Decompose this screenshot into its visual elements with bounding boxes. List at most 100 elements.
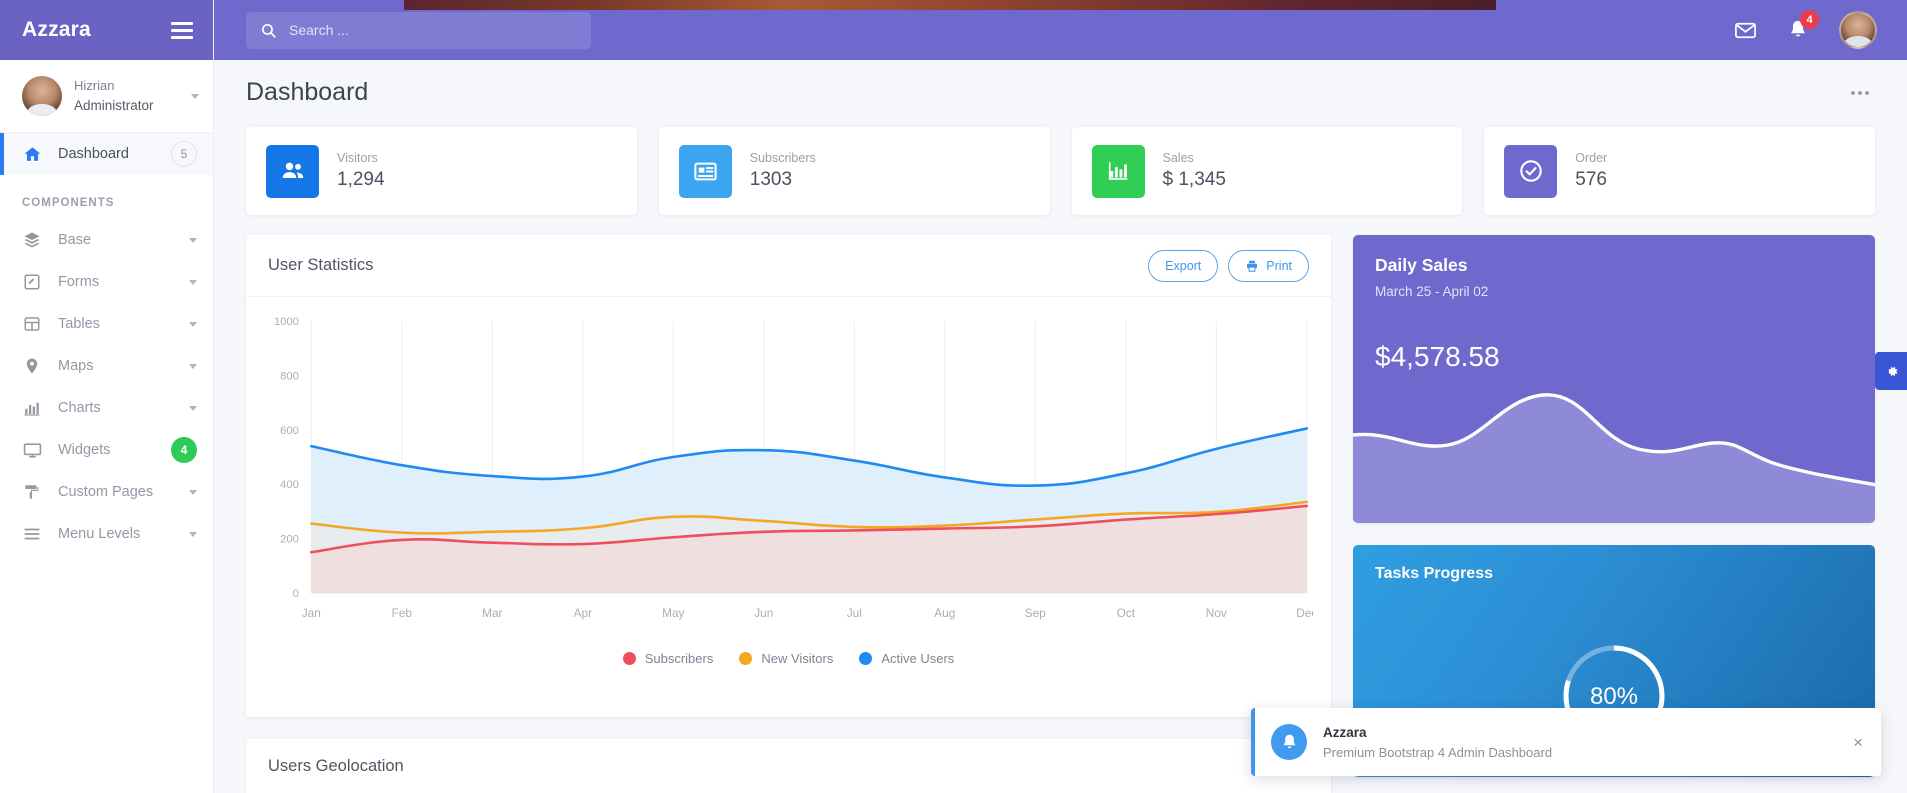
list-lines-icon (22, 525, 42, 543)
sidebar-item-forms[interactable]: Forms (0, 261, 213, 303)
sidebar-item-charts[interactable]: Charts (0, 387, 213, 429)
sidebar-item-widgets[interactable]: Widgets 4 (0, 429, 213, 471)
sidebar-item-label: Maps (58, 358, 94, 374)
svg-text:400: 400 (280, 479, 299, 491)
sidebar-item-maps[interactable]: Maps (0, 345, 213, 387)
svg-text:Nov: Nov (1206, 607, 1227, 620)
chevron-down-icon (189, 279, 197, 285)
svg-text:200: 200 (280, 534, 299, 546)
bell-icon (1271, 724, 1307, 760)
legend-item-new-visitors[interactable]: New Visitors (739, 651, 833, 666)
chevron-down-icon[interactable] (191, 93, 199, 99)
sidebar-item-label: Forms (58, 274, 100, 290)
profile-name: Hizrian (74, 77, 115, 93)
print-button-label: Print (1266, 258, 1292, 273)
paint-roller-icon (22, 483, 42, 501)
daily-sales-sparkline (1353, 393, 1875, 523)
sidebar-item-label: Custom Pages (58, 484, 154, 500)
chart-legend: Subscribers New Visitors Active Users (264, 651, 1313, 666)
sidebar-badge: 4 (171, 437, 197, 463)
stat-text: Sales $ 1,345 (1163, 151, 1226, 191)
stat-card-sales[interactable]: Sales $ 1,345 (1071, 127, 1463, 215)
search-input[interactable]: Search ... (246, 11, 591, 49)
main-content: Dashboard Visitors 1,294 Subscribers 130… (214, 60, 1907, 793)
toast-notification: Azzara Premium Bootstrap 4 Admin Dashboa… (1251, 708, 1881, 776)
stat-label: Sales (1162, 151, 1194, 165)
stat-label: Subscribers (749, 151, 816, 165)
search-icon (261, 23, 276, 38)
card-actions: Export Print (1148, 249, 1309, 282)
sidebar-item-label: Menu Levels (58, 526, 141, 542)
export-button-label: Export (1165, 258, 1202, 273)
stat-value: 1,294 (337, 169, 385, 190)
search-placeholder: Search ... (289, 22, 349, 38)
legend-color-dot (622, 652, 636, 665)
gear-icon (1888, 366, 1897, 376)
sidebar-section-title: COMPONENTS (22, 197, 115, 209)
newspaper-icon (678, 144, 732, 198)
sidebar-item-dashboard[interactable]: Dashboard 5 (0, 133, 213, 175)
stat-card-subscribers[interactable]: Subscribers 1303 (658, 127, 1050, 215)
svg-text:0: 0 (293, 588, 299, 600)
stat-value: 1303 (749, 169, 793, 190)
sidebar-item-menu-levels[interactable]: Menu Levels (0, 513, 213, 555)
user-statistics-card: User Statistics Export Print 0 200 400 6… (246, 235, 1331, 717)
svg-text:Jan: Jan (302, 607, 321, 620)
sidebar-profile[interactable]: Hizrian Administrator (0, 60, 213, 133)
print-button[interactable]: Print (1228, 249, 1309, 282)
page-title: Dashboard (246, 78, 369, 106)
card-title: User Statistics (268, 256, 374, 274)
svg-text:Jun: Jun (754, 607, 773, 620)
settings-tab-button[interactable] (1875, 352, 1907, 390)
svg-text:800: 800 (280, 371, 299, 383)
stat-card-visitors[interactable]: Visitors 1,294 (246, 127, 637, 215)
legend-label: Active Users (881, 651, 955, 666)
printer-icon (1247, 260, 1258, 272)
chevron-down-icon (189, 237, 197, 243)
hamburger-menu-icon[interactable] (171, 18, 193, 43)
profile-names: Hizrian Administrator (74, 77, 179, 115)
chevron-down-icon (189, 363, 197, 369)
svg-text:Mar: Mar (482, 607, 502, 620)
area-chart-svg: 0 200 400 600 800 1000 Jan Feb Mar Apr May Jun Jul Au… (274, 316, 1318, 620)
notification-badge: 4 (1800, 10, 1819, 29)
sidebar-item-custom-pages[interactable]: Custom Pages (0, 471, 213, 513)
avatar[interactable] (1839, 11, 1877, 49)
card-title: Tasks Progress (1375, 565, 1493, 582)
progress-percent-label: 80% (1589, 683, 1639, 710)
toast-message: Premium Bootstrap 4 Admin Dashboard (1323, 744, 1553, 760)
legend-color-dot (859, 652, 873, 665)
envelope-icon[interactable] (1734, 19, 1757, 42)
ellipsis-icon[interactable] (1845, 85, 1875, 101)
stat-text: Subscribers 1303 (750, 151, 816, 191)
svg-text:May: May (662, 607, 685, 620)
card-title: Daily Sales (1375, 255, 1468, 275)
chart-plot-area: 0 200 400 600 800 1000 Jan Feb Mar Apr May Jun Jul Au… (264, 313, 1318, 631)
stat-label: Visitors (337, 151, 378, 165)
bell-icon[interactable]: 4 (1787, 10, 1819, 41)
monitor-icon (22, 441, 42, 460)
stat-label: Order (1575, 151, 1608, 165)
legend-item-active-users[interactable]: Active Users (859, 651, 954, 666)
layers-icon (22, 231, 42, 249)
svg-text:Aug: Aug (934, 607, 955, 620)
sidebar-item-tables[interactable]: Tables (0, 303, 213, 345)
stat-card-order[interactable]: Order 576 (1484, 127, 1875, 215)
bar-chart-icon (22, 399, 42, 417)
users-geolocation-card: Users Geolocation (246, 739, 1331, 793)
toast-text: Azzara Premium Bootstrap 4 Admin Dashboa… (1323, 725, 1552, 760)
sidebar-item-label: Tables (58, 316, 100, 332)
sidebar: Azzara Hizrian Administrator Dashboard 5… (0, 0, 214, 793)
export-button[interactable]: Export (1148, 249, 1219, 282)
header-actions: 4 (1734, 10, 1907, 49)
pencil-square-icon (22, 273, 42, 291)
brand-name: Azzara (22, 18, 91, 41)
legend-label: Subscribers (644, 651, 714, 666)
svg-text:Apr: Apr (574, 607, 593, 620)
svg-text:Jul: Jul (847, 607, 862, 620)
sidebar-item-label: Charts (58, 400, 101, 416)
avatar (22, 76, 62, 116)
close-icon[interactable]: × (1853, 734, 1863, 751)
legend-item-subscribers[interactable]: Subscribers (622, 651, 714, 666)
sidebar-item-base[interactable]: Base (0, 219, 213, 261)
